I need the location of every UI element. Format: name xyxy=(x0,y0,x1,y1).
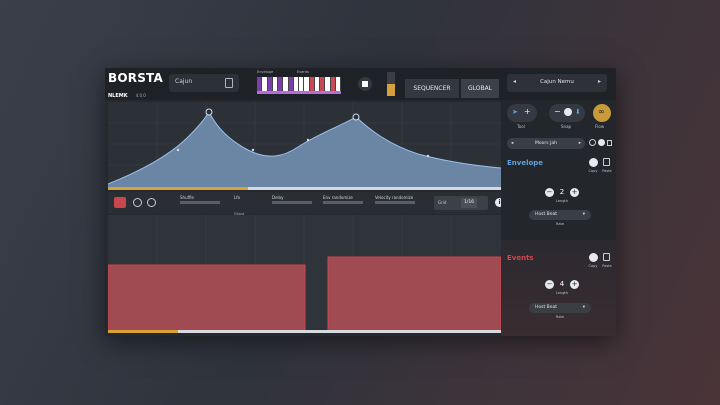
pattern-next-icon[interactable]: ▸ xyxy=(579,141,581,146)
ev-copy-icon[interactable] xyxy=(589,253,598,262)
record-button[interactable] xyxy=(114,197,126,208)
env-rate-value: Host Beat xyxy=(535,212,558,217)
env-length-label: Length xyxy=(555,199,569,203)
flow-label: Flow xyxy=(595,124,605,129)
add-icon[interactable]: + xyxy=(524,107,531,116)
env-copy-icon[interactable] xyxy=(589,158,598,167)
logo-sub: NLEMK xyxy=(108,93,128,99)
piano-keyboard[interactable] xyxy=(257,77,341,91)
lfo-label: Lfo xyxy=(234,195,241,200)
ev-length-label: Length xyxy=(555,291,569,295)
envelope-playhead-fill xyxy=(108,187,248,190)
header-bar: BORSTA NLEMK 4.0.0 Cajun Envelope Events … xyxy=(105,68,616,100)
envelope-handle xyxy=(251,148,255,152)
pattern-play-icon[interactable] xyxy=(598,139,605,146)
cursor-icon[interactable]: ➤ xyxy=(512,108,518,116)
grid-label: Grid xyxy=(438,200,447,205)
envelope-handle xyxy=(306,138,310,142)
env-paste-icon[interactable] xyxy=(603,158,610,166)
grid-value[interactable]: 1/16 xyxy=(461,198,477,208)
tab-global[interactable]: GLOBAL xyxy=(461,79,499,98)
env-randomize-label: Env randomize xyxy=(323,195,353,200)
plugin-window: BORSTA NLEMK 4.0.0 Cajun Envelope Events … xyxy=(105,68,616,336)
delay-label: Delay xyxy=(272,195,284,200)
preset-name-field[interactable]: Cajun xyxy=(169,74,239,92)
events-graph[interactable] xyxy=(108,215,501,331)
file-icon[interactable] xyxy=(225,78,233,88)
ev-paste-label: Paste xyxy=(602,264,612,268)
lock-icon[interactable] xyxy=(607,140,612,146)
envelope-node xyxy=(352,113,360,121)
keyboard-label-envelope: Envelope xyxy=(257,70,274,74)
snap-label: Snap xyxy=(561,124,572,129)
ev-length-stepper[interactable]: − 4 + xyxy=(545,280,579,290)
preset-name: Cajun xyxy=(175,78,193,85)
env-length-minus[interactable]: − xyxy=(545,188,554,197)
ev-rate-dropdown[interactable]: Host Beat ▾ xyxy=(529,303,591,313)
snap-knob-icon[interactable] xyxy=(564,108,572,116)
ev-length-value: 4 xyxy=(559,280,565,288)
env-paste-label: Paste xyxy=(602,169,612,173)
chevron-down-icon: ▾ xyxy=(582,212,585,217)
tab-sequencer[interactable]: SEQUENCER xyxy=(405,79,459,98)
env-length-plus[interactable]: + xyxy=(570,188,579,197)
ev-rate-label: Rate xyxy=(555,315,565,319)
pattern-copy-icon[interactable] xyxy=(589,139,596,146)
ev-length-minus[interactable]: − xyxy=(545,280,554,289)
snap-group[interactable]: − ⬇ xyxy=(549,104,585,122)
env-length-stepper[interactable]: − 2 + xyxy=(545,188,579,198)
envelope-title: Envelope xyxy=(507,159,544,167)
ev-paste-icon[interactable] xyxy=(603,253,610,261)
next-preset-icon[interactable]: ▸ xyxy=(598,78,601,85)
ev-rate-value: Host Beat xyxy=(535,305,558,310)
events-editor[interactable] xyxy=(108,215,501,331)
envelope-handle xyxy=(426,154,430,158)
preset-navigator[interactable]: ◂ Cajun Nemu ▸ xyxy=(507,74,607,92)
events-title: Events xyxy=(507,254,534,262)
env-length-value: 2 xyxy=(559,188,565,196)
keyboard-label-events: Events xyxy=(297,70,309,74)
env-rate-dropdown[interactable]: Host Beat ▾ xyxy=(529,210,591,220)
events-panel: Events Copy Paste − 4 + Length Host Beat… xyxy=(501,240,616,336)
reset-icon[interactable] xyxy=(147,198,156,207)
right-panel: ➤ + Tool − ⬇ Snap ∞ Flow ◂ Moors Jah ▸ E… xyxy=(501,100,616,336)
flow-button[interactable]: ∞ xyxy=(593,104,611,122)
logo-main: BORSTA xyxy=(108,71,163,85)
velocity-randomize-label: Velocity randomize xyxy=(375,195,414,200)
event-block xyxy=(108,264,306,331)
keyboard-range-bar xyxy=(257,91,341,94)
envelope-node xyxy=(205,108,213,116)
ev-length-plus[interactable]: + xyxy=(570,280,579,289)
grid-rate-selector[interactable]: Grid 1/16 xyxy=(434,196,488,210)
flow-icon: ∞ xyxy=(598,107,605,116)
tool-label: Tool xyxy=(517,124,525,129)
events-playhead-fill xyxy=(108,330,178,333)
tool-group[interactable]: ➤ + xyxy=(507,104,537,122)
version-label: 4.0.0 xyxy=(135,93,146,98)
logo: BORSTA NLEMK 4.0.0 xyxy=(108,72,163,100)
event-block xyxy=(327,256,501,331)
magnet-icon[interactable]: ⬇ xyxy=(575,108,581,116)
shuffle-label: Shuffle xyxy=(180,195,194,200)
control-strip: Shuffle 0% Lfo Ghost Delay 0ms Env rando… xyxy=(108,192,501,220)
envelope-editor[interactable] xyxy=(108,102,501,187)
envelope-handle xyxy=(176,148,180,152)
stop-button[interactable] xyxy=(358,77,372,91)
output-meter-fill xyxy=(387,84,395,96)
env-rate-label: Rate xyxy=(555,222,565,226)
envelope-graph[interactable] xyxy=(108,102,501,187)
minus-icon[interactable]: − xyxy=(554,107,561,116)
pattern-selector[interactable]: ◂ Moors Jah ▸ xyxy=(507,138,585,149)
loop-icon[interactable] xyxy=(133,198,142,207)
pattern-name: Moors Jah xyxy=(535,141,557,146)
chevron-down-icon: ▾ xyxy=(582,305,585,310)
preset-nav-name: Cajun Nemu xyxy=(540,79,574,85)
